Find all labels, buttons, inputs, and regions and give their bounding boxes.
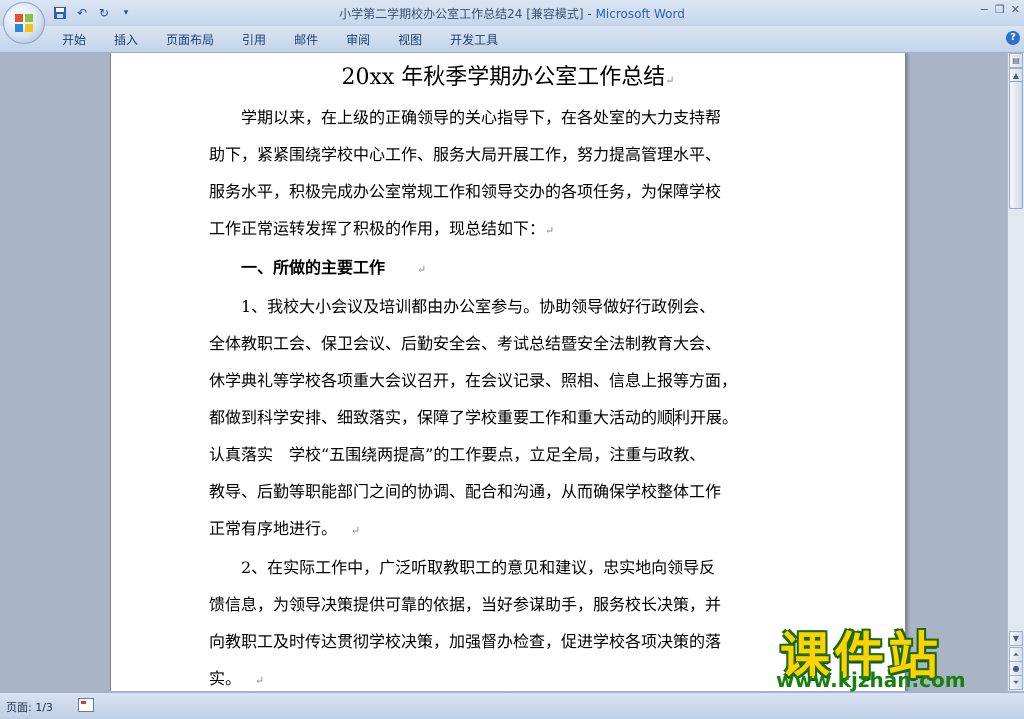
proofing-icon[interactable] [78,698,94,712]
office-button[interactable] [3,2,45,44]
text-line: 服务水平，积极完成办公室常规工作和领导交办的各项任务，为保障学校 [209,182,722,201]
tab-page-layout[interactable]: 页面布局 [152,31,228,48]
scroll-down-icon[interactable]: ▼ [1009,631,1023,646]
status-bar: 页面: 1/3 [0,692,1024,719]
window-title: 小学第二学期校办公室工作总结24 [兼容模式] - Microsoft Word [0,5,1024,22]
document-name: 小学第二学期校办公室工作总结24 [兼容模式] - [339,7,596,21]
text-line: 都做到科学安排、细致落实，保障了学校重要工作和重大活动的顺利开展。 [209,408,739,427]
document-page[interactable]: 20xx 年秋季学期办公室工作总结↵ 学期以来，在上级的正确领导的关心指导下，在… [110,53,906,691]
text-line: 全体教职工会、保卫会议、后勤安全会、考试总结暨安全法制教育大会、 [209,334,722,353]
watermark-url: www.kjzhan.com [776,668,966,692]
tab-developer[interactable]: 开发工具 [436,31,512,48]
select-browse-object-icon[interactable]: ● [1009,661,1023,676]
previous-page-icon[interactable]: ⏶ [1009,647,1023,662]
text-line: 工作正常运转发挥了积极的作用，现总结如下：↵ [209,219,555,238]
document-body: 学期以来，在上级的正确领导的关心指导下，在各处室的大力支持帮 助下，紧紧围绕学校… [209,99,809,691]
section-heading: 一、所做的主要工作 ↵ [209,258,427,277]
tab-references[interactable]: 引用 [228,31,280,48]
tab-review[interactable]: 审阅 [332,31,384,48]
restore-icon[interactable]: ❐ [995,3,1005,16]
tab-insert[interactable]: 插入 [100,31,152,48]
text-line: 教导、后勤等职能部门之间的协调、配合和沟通，从而确保学校整体工作 [209,482,722,501]
text-line: 正常有序地进行。 ↵ [209,519,361,538]
minimize-icon[interactable]: − [980,3,989,16]
close-icon[interactable]: ✕ [1011,3,1020,16]
tab-mailings[interactable]: 邮件 [280,31,332,48]
text-line: 认真落实 学校“五围绕两提高”的工作要点，立足全局，注重与政教、 [209,445,706,464]
title-bar: ↶ ↻ ▾ 小学第二学期校办公室工作总结24 [兼容模式] - Microsof… [0,0,1024,26]
text-line: 实。 ↵ [209,669,265,688]
page-count[interactable]: 页面: 1/3 [6,699,53,715]
ruler-toggle-icon[interactable]: ▤ [1009,53,1023,68]
tab-view[interactable]: 视图 [384,31,436,48]
document-area: 20xx 年秋季学期办公室工作总结↵ 学期以来，在上级的正确领导的关心指导下，在… [0,53,1008,691]
app-name: Microsoft Word [595,7,685,21]
text-line: 2、在实际工作中，广泛听取教职工的意见和建议，忠实地向领导反 [209,558,716,577]
text-line: 学期以来，在上级的正确领导的关心指导下，在各处室的大力支持帮 [209,108,722,127]
text-line: 助下，紧紧围绕学校中心工作、服务大局开展工作，努力提高管理水平、 [209,145,722,164]
ribbon-tabs: 开始 插入 页面布局 引用 邮件 审阅 视图 开发工具 ? [0,26,1024,53]
tab-home[interactable]: 开始 [48,31,100,48]
scroll-thumb[interactable] [1009,81,1023,209]
paragraph-mark: ↵ [665,74,675,87]
text-line: 1、我校大小会议及培训都由办公室参与。协助领导做好行政例会、 [209,297,716,316]
text-line: 馈信息，为领导决策提供可靠的依据，当好参谋助手，服务校长决策，并 [209,595,722,614]
help-icon[interactable]: ? [1006,31,1020,45]
text-line: 向教职工及时传达贯彻学校决策，加强督办检查，促进学校各项决策的落 [209,632,722,651]
office-logo-icon [15,14,33,32]
next-page-icon[interactable]: ⏷ [1009,675,1023,690]
window-controls: − ❐ ✕ [980,3,1020,16]
document-title: 20xx 年秋季学期办公室工作总结↵ [341,65,675,90]
text-line: 休学典礼等学校各项重大会议召开，在会议记录、照相、信息上报等方面， [209,371,738,390]
vertical-scrollbar[interactable]: ▤ ▲ ▼ ⏶ ● ⏷ [1007,53,1024,691]
